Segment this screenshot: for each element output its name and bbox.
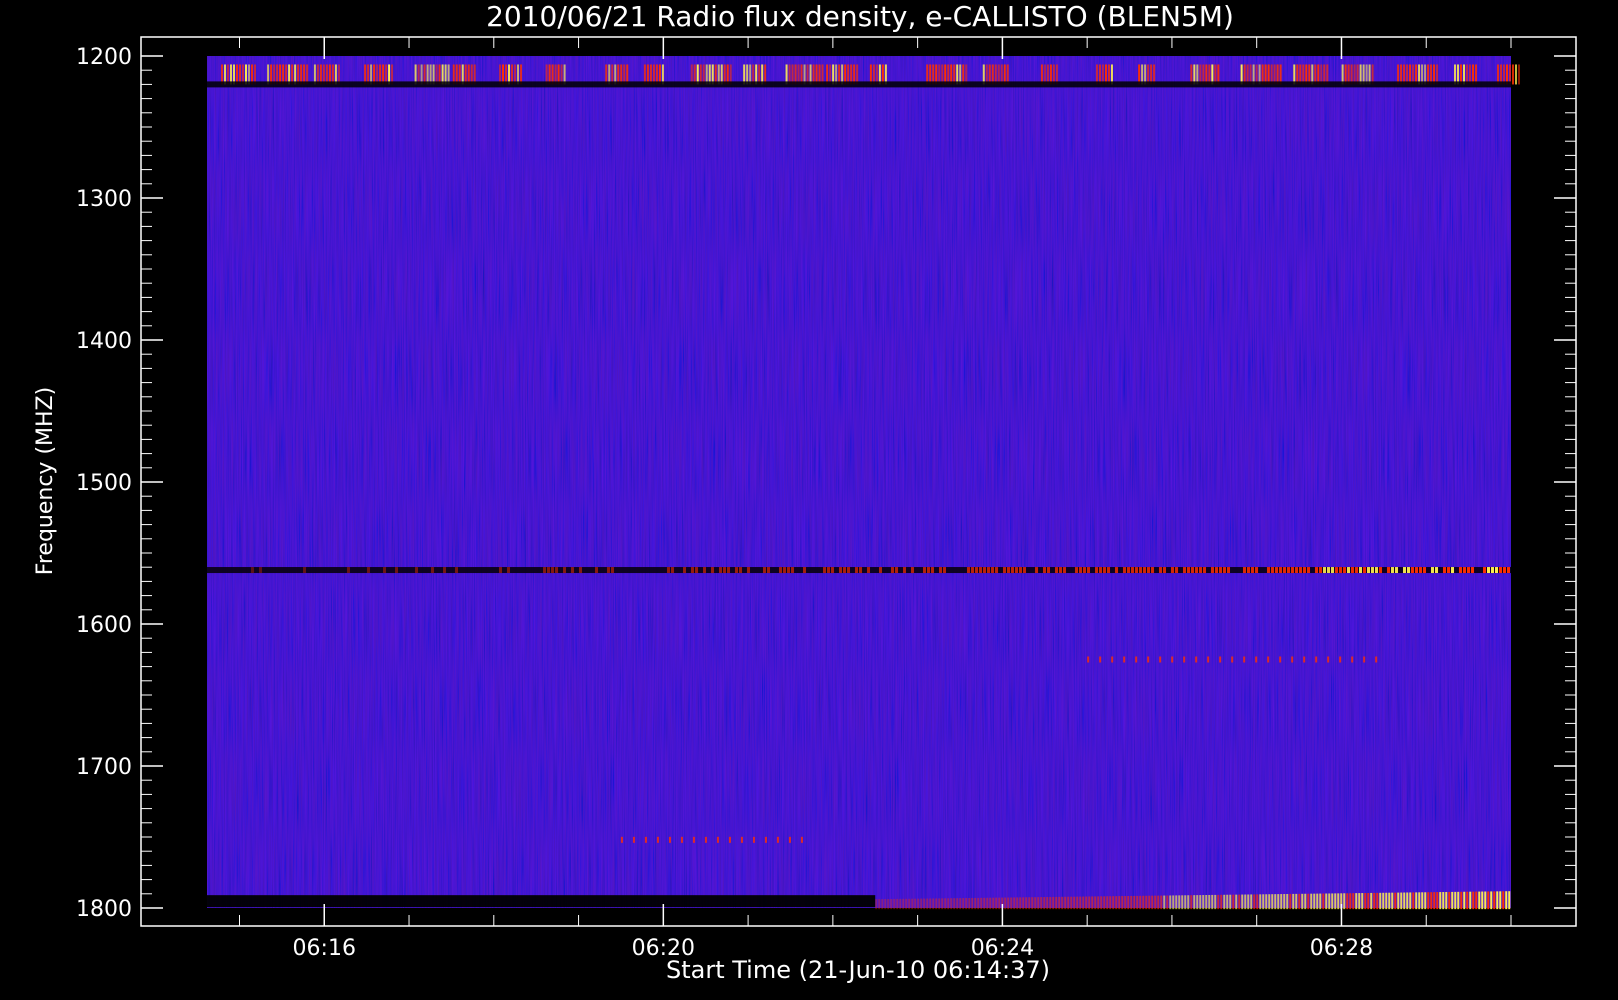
- feature-emission-line: [207, 567, 1511, 574]
- y-axis-label: Frequency (MHZ): [33, 387, 58, 575]
- chart-title: 2010/06/21 Radio flux density, e-CALLIST…: [486, 0, 1234, 33]
- spectrogram-noise-texture: [207, 56, 1511, 908]
- y-tick-label: 1200: [76, 45, 132, 70]
- y-tick-label: 1800: [76, 897, 132, 922]
- spectrogram-chart: 2010/06/21 Radio flux density, e-CALLIST…: [33, 0, 1577, 984]
- y-tick-label: 1500: [76, 471, 132, 496]
- y-tick-label: 1700: [76, 755, 132, 780]
- y-tick-label: 1600: [76, 613, 132, 638]
- y-tick-label: 1400: [76, 329, 132, 354]
- x-tick-label: 06:28: [1310, 936, 1373, 961]
- x-tick-label: 06:16: [293, 936, 356, 961]
- x-axis-label: Start Time (21-Jun-10 06:14:37): [666, 956, 1050, 984]
- feature-dark-gap: [207, 81, 1511, 88]
- plot-area: [207, 56, 1520, 910]
- y-tick-label: 1300: [76, 187, 132, 212]
